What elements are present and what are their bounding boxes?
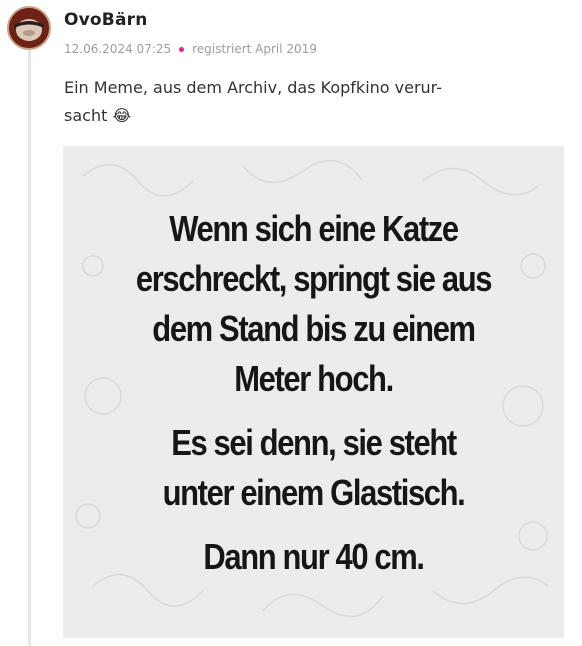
dot-icon [179,46,185,52]
post-timestamp[interactable]: 12.06.2024 07:25 [64,42,171,56]
avatar[interactable] [7,6,51,50]
username[interactable]: OvoBärn [64,10,148,30]
registration-info: registriert April 2019 [192,42,317,56]
meme-text-line: erschreckt, springt sie aus [135,258,493,299]
avatar-image-icon [9,8,49,48]
meme-text-line: Es sei denn, sie steht [171,422,457,463]
meme-text-line: dem Stand bis zu einem [152,308,476,349]
post-text-line: Ein Meme, aus dem Archiv, das Kopfkino v… [64,78,443,97]
meme-text-line: unter einem Glastisch. [162,472,466,513]
meme-text: Wenn sich eine Katze erschreckt, springt… [98,204,529,582]
meme-text-line: Dann nur 40 cm. [203,536,425,577]
meme-text-line: Meter hoch. [234,358,394,399]
post-text: Ein Meme, aus dem Archiv, das Kopfkino v… [64,74,544,130]
meme-image[interactable]: Wenn sich eine Katze erschreckt, springt… [63,146,564,638]
post-meta: 12.06.2024 07:25 registriert April 2019 [64,42,317,56]
thread-line [28,40,31,646]
post-text-line: sacht 😂 [64,106,132,125]
meme-text-line: Wenn sich eine Katze [169,208,459,249]
